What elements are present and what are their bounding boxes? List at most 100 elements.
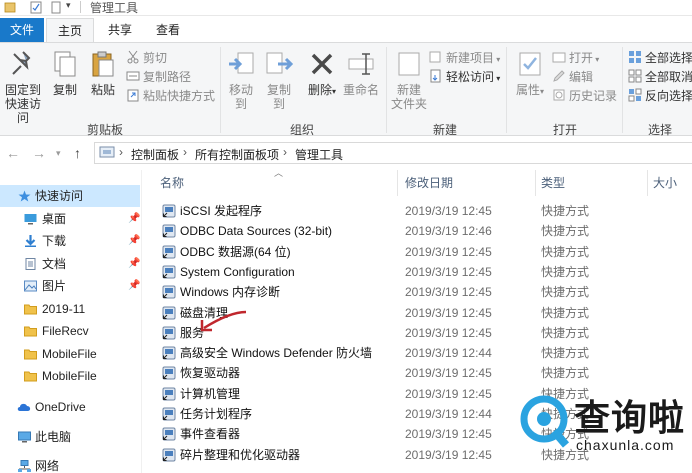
network-icon <box>18 460 31 472</box>
recent-locations-chevron-icon[interactable]: ▾ <box>56 148 61 159</box>
column-header-size[interactable]: 大小 <box>653 170 677 196</box>
breadcrumb-control-panel[interactable]: 控制面板 <box>131 146 179 163</box>
new-item-label: 新建项目 <box>446 51 495 65</box>
invert-selection-icon <box>628 88 642 102</box>
file-date: 2019/3/19 12:45 <box>405 305 492 320</box>
new-item-button[interactable]: 新建项目 ▾ <box>429 49 500 67</box>
file-date: 2019/3/19 12:44 <box>405 346 492 361</box>
file-row[interactable]: ODBC Data Sources (32-bit) 2019/3/19 12:4… <box>142 221 692 241</box>
edit-button[interactable]: 编辑 <box>552 68 593 86</box>
column-divider[interactable] <box>535 170 536 196</box>
properties-button[interactable]: 属性▾ <box>512 49 548 99</box>
copy-to-button[interactable]: 复制到 <box>262 49 296 111</box>
file-type: 快捷方式 <box>541 224 590 239</box>
sidebar-item-network[interactable]: 网络 <box>0 455 140 473</box>
pin-icon[interactable]: 📌 <box>128 230 140 252</box>
navigation-pane: 快速访问 桌面 📌 下载 📌 文档 📌 图片 📌 2019-11 FileRec… <box>0 170 142 473</box>
column-header-date[interactable]: 修改日期 <box>405 170 453 196</box>
breadcrumb-separator-icon[interactable]: › <box>119 145 123 159</box>
sidebar-item-this-pc[interactable]: 此电脑 <box>0 426 140 448</box>
breadcrumb-all-items[interactable]: 所有控制面板项 <box>195 146 279 163</box>
move-to-button[interactable]: 移动到 <box>224 49 258 111</box>
shortcut-icon <box>162 204 176 218</box>
picture-icon <box>24 280 37 292</box>
new-folder-icon <box>398 52 420 76</box>
copy-button[interactable]: 复制 <box>50 49 80 97</box>
properties-label: 属性 <box>515 83 540 97</box>
pin-icon[interactable]: 📌 <box>128 253 140 275</box>
invert-selection-button[interactable]: 反向选择 <box>628 87 692 105</box>
forward-arrow-icon[interactable]: → <box>32 145 46 161</box>
easy-access-button[interactable]: 轻松访问 ▾ <box>429 68 500 86</box>
file-row[interactable]: 高级安全 Windows Defender 防火墙 2019/3/19 12:44… <box>142 343 692 363</box>
sidebar-item-desktop[interactable]: 桌面 📌 <box>0 208 140 230</box>
history-label: 历史记录 <box>569 89 618 103</box>
breadcrumb-separator-icon[interactable]: › <box>283 145 287 159</box>
column-header-type[interactable]: 类型 <box>541 170 565 196</box>
paste-shortcut-button[interactable]: 粘贴快捷方式 <box>126 87 215 105</box>
up-arrow-icon[interactable]: ↑ <box>74 145 81 161</box>
file-date: 2019/3/19 12:46 <box>405 224 492 239</box>
tab-share[interactable]: 共享 <box>96 18 144 42</box>
history-button[interactable]: 历史记录 <box>552 87 617 105</box>
delete-dropdown-icon[interactable]: ▾ <box>332 87 336 96</box>
sidebar-item-onedrive[interactable]: OneDrive <box>0 396 140 418</box>
breadcrumb-admin-tools[interactable]: 管理工具 <box>295 146 343 163</box>
paste-button[interactable]: 粘贴 <box>88 49 118 97</box>
file-row[interactable]: System Configuration 2019/3/19 12:45 快捷方式 <box>142 262 692 282</box>
file-row[interactable]: Windows 内存诊断 2019/3/19 12:45 快捷方式 <box>142 282 692 302</box>
sidebar-item-folder-mobilefile-2[interactable]: MobileFile <box>0 365 140 387</box>
tab-file[interactable]: 文件 <box>0 18 44 42</box>
select-none-button[interactable]: 全部取消 <box>628 68 692 86</box>
new-folder-line1: 新建 <box>396 83 421 97</box>
file-row[interactable]: ODBC 数据源(64 位) 2019/3/19 12:45 快捷方式 <box>142 242 692 262</box>
annotation-arrow-icon <box>200 310 247 332</box>
watermark-logo: 查询啦 chaxunla.com <box>516 385 692 473</box>
file-type: 快捷方式 <box>541 204 590 218</box>
properties-quick-icon[interactable] <box>30 0 42 14</box>
tab-home[interactable]: 主页 <box>46 18 94 42</box>
back-arrow-icon[interactable]: ← <box>6 145 20 161</box>
new-folder-button[interactable]: 新建 文件夹 <box>389 49 429 111</box>
select-all-button[interactable]: 全部选择 <box>628 49 692 67</box>
sidebar-item-downloads[interactable]: 下载 📌 <box>0 230 140 252</box>
navigation-bar: ← → ▾ ↑ › 控制面板 › 所有控制面板项 › 管理工具 <box>0 137 692 169</box>
sidebar-item-folder-2019-11[interactable]: 2019-11 <box>0 298 140 320</box>
open-icon <box>552 52 566 63</box>
file-row[interactable]: iSCSI 发起程序 2019/3/19 12:45 快捷方式 <box>142 201 692 221</box>
ribbon-separator <box>506 47 507 133</box>
pin-icon[interactable]: 📌 <box>128 275 140 297</box>
sidebar-item-pictures[interactable]: 图片 📌 <box>0 275 140 297</box>
edit-icon <box>553 70 565 82</box>
sidebar-item-folder-mobilefile[interactable]: MobileFile <box>0 343 140 365</box>
copy-path-button[interactable]: 复制路径 <box>126 68 191 86</box>
address-bar[interactable]: › 控制面板 › 所有控制面板项 › 管理工具 <box>94 142 692 164</box>
move-to-icon <box>229 52 254 74</box>
column-divider[interactable] <box>647 170 648 196</box>
pin-to-quick-access-button[interactable]: 固定到 快速访问 <box>2 49 44 125</box>
tab-view[interactable]: 查看 <box>146 18 190 42</box>
file-row[interactable]: 恢复驱动器 2019/3/19 12:45 快捷方式 <box>142 363 692 383</box>
folder-icon <box>24 371 37 382</box>
new-folder-quick-icon[interactable] <box>50 0 62 14</box>
shortcut-icon <box>162 326 176 340</box>
file-name: 计算机管理 <box>180 386 241 401</box>
cut-label: 剪切 <box>143 51 168 65</box>
rename-button[interactable]: 重命名 <box>342 49 380 97</box>
sidebar-item-folder-filerecv[interactable]: FileRecv <box>0 320 140 342</box>
star-icon <box>18 190 31 202</box>
shortcut-icon <box>162 346 176 360</box>
open-button[interactable]: 打开 ▾ <box>552 49 599 67</box>
pin-icon[interactable]: 📌 <box>128 208 140 230</box>
breadcrumb-separator-icon[interactable]: › <box>183 145 187 159</box>
column-divider[interactable] <box>397 170 398 196</box>
column-header-name[interactable]: 名称 <box>160 170 184 196</box>
group-label-select: 选择 <box>647 123 672 137</box>
delete-label: 删除 <box>307 83 332 97</box>
sidebar-item-documents[interactable]: 文档 📌 <box>0 253 140 275</box>
delete-button[interactable]: 删除▾ <box>306 49 338 99</box>
cut-button[interactable]: 剪切 <box>126 49 167 67</box>
sidebar-item-quick-access[interactable]: 快速访问 <box>0 185 140 207</box>
rename-icon <box>348 53 374 75</box>
customize-quick-access-icon[interactable]: ▾ <box>66 0 78 14</box>
